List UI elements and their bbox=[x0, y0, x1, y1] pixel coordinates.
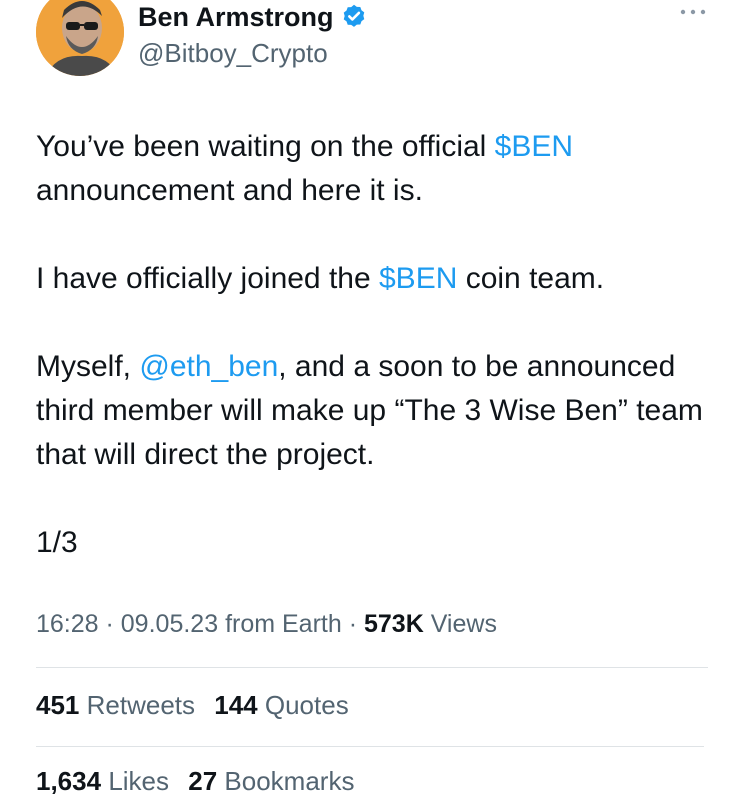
tweet-time[interactable]: 16:28 bbox=[36, 610, 99, 638]
tweet-paragraph-3: Myself, @eth_ben, and a soon to be annou… bbox=[36, 350, 703, 471]
avatar-photo bbox=[36, 0, 124, 76]
mention-link[interactable]: @eth_ben bbox=[139, 350, 278, 383]
more-options-icon[interactable] bbox=[678, 2, 708, 22]
tweet-source: from Earth bbox=[225, 610, 342, 638]
engagement-stats-row-2: 1,634 Likes 27 Bookmarks bbox=[36, 766, 366, 797]
tweet-paragraph-2: I have officially joined the $BEN coin t… bbox=[36, 262, 605, 295]
tweet-paragraph-1: You’ve been waiting on the official $BEN… bbox=[36, 130, 574, 207]
divider bbox=[36, 667, 708, 668]
cashtag-link[interactable]: $BEN bbox=[379, 262, 457, 295]
tweet-thread-count: 1/3 bbox=[36, 526, 78, 559]
verified-badge-icon bbox=[340, 3, 368, 31]
quotes-stat[interactable]: 144 Quotes bbox=[214, 690, 348, 720]
tweet-meta: 16:28 · 09.05.23 from Earth · 573K Views bbox=[36, 610, 497, 638]
author-name[interactable]: Ben Armstrong bbox=[138, 0, 334, 34]
tweet-date[interactable]: 09.05.23 bbox=[121, 610, 218, 638]
bookmarks-stat[interactable]: 27 Bookmarks bbox=[188, 766, 354, 796]
avatar[interactable] bbox=[36, 0, 124, 76]
engagement-stats-row-1: 451 Retweets 144 Quotes bbox=[36, 690, 361, 721]
author-row: Ben Armstrong bbox=[138, 0, 368, 34]
divider bbox=[36, 746, 704, 747]
views-label: Views bbox=[430, 610, 497, 638]
tweet-text: You’ve been waiting on the official $BEN… bbox=[36, 125, 716, 609]
author-handle[interactable]: @Bitboy_Crypto bbox=[138, 38, 328, 69]
likes-stat[interactable]: 1,634 Likes bbox=[36, 766, 169, 796]
cashtag-link[interactable]: $BEN bbox=[495, 130, 573, 163]
retweets-stat[interactable]: 451 Retweets bbox=[36, 690, 195, 720]
views-count: 573K bbox=[363, 610, 424, 638]
